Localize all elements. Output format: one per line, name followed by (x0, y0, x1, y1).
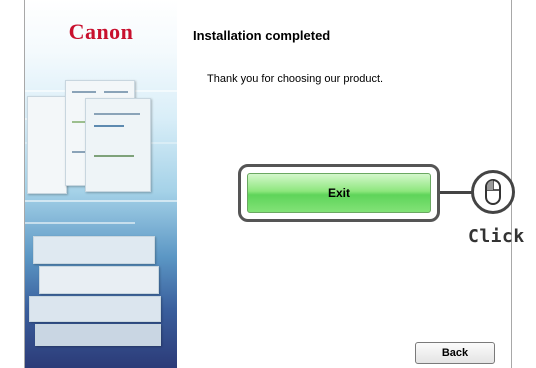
sidebar-banner: Canon (25, 0, 177, 368)
document-illustration (33, 236, 155, 264)
click-label: Click (468, 226, 525, 247)
document-illustration (39, 266, 159, 294)
document-illustration (27, 96, 67, 194)
exit-button-highlight: Exit (238, 164, 440, 222)
callout-connector (440, 191, 472, 194)
canon-logo: Canon (68, 19, 134, 44)
mouse-icon (485, 179, 501, 205)
document-illustration (85, 98, 151, 192)
completion-message: Thank you for choosing our product. (207, 73, 384, 85)
document-illustration (29, 296, 161, 322)
exit-button[interactable]: Exit (247, 173, 431, 213)
back-button[interactable]: Back (415, 342, 495, 364)
document-illustration (35, 324, 161, 346)
mouse-callout (471, 170, 515, 214)
page-title: Installation completed (193, 28, 331, 43)
